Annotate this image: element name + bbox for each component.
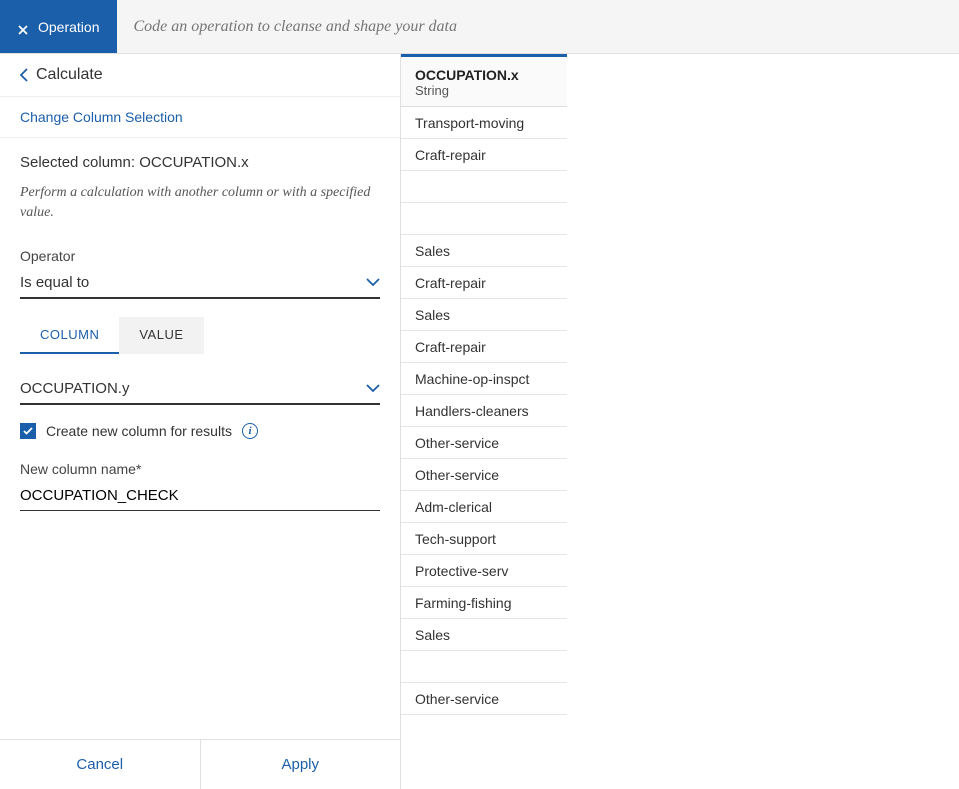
table-cell[interactable]: Craft-repair <box>401 331 567 363</box>
panel-title: Calculate <box>36 66 103 84</box>
table-cell[interactable]: Machine-op-inspct <box>401 363 567 395</box>
close-icon[interactable] <box>18 22 28 32</box>
chevron-left-icon <box>20 68 28 82</box>
apply-button[interactable]: Apply <box>201 740 401 789</box>
chevron-down-icon <box>366 278 380 286</box>
create-new-column-label: Create new column for results <box>46 423 232 439</box>
new-column-name-input[interactable] <box>20 483 380 511</box>
operation-tag-label: Operation <box>38 19 99 35</box>
create-new-column-checkbox[interactable] <box>20 423 36 439</box>
tab-column[interactable]: COLUMN <box>20 317 119 354</box>
comparison-column-select[interactable]: OCCUPATION.y <box>20 376 380 405</box>
table-cell[interactable]: Adm-clerical <box>401 491 567 523</box>
breadcrumb-back[interactable]: Calculate <box>0 54 400 97</box>
new-column-name-label: New column name* <box>20 461 380 477</box>
comparison-tabs: COLUMN VALUE <box>20 317 204 354</box>
help-text: Perform a calculation with another colum… <box>20 183 380 224</box>
table-cell[interactable]: Craft-repair <box>401 267 567 299</box>
table-cell[interactable]: Sales <box>401 619 567 651</box>
operation-tag[interactable]: Operation <box>0 0 117 53</box>
table-cell[interactable]: Farming-fishing <box>401 587 567 619</box>
table-cell[interactable] <box>401 203 567 235</box>
operator-select[interactable]: Is equal to <box>20 270 380 299</box>
table-cell[interactable]: Other-service <box>401 427 567 459</box>
chevron-down-icon <box>366 384 380 392</box>
command-input[interactable] <box>133 18 943 36</box>
tab-value[interactable]: VALUE <box>119 317 203 354</box>
table-cell[interactable] <box>401 171 567 203</box>
info-icon[interactable]: i <box>242 423 258 439</box>
change-column-link[interactable]: Change Column Selection <box>0 97 400 138</box>
table-cell[interactable]: Tech-support <box>401 523 567 555</box>
table-cell[interactable]: Handlers-cleaners <box>401 395 567 427</box>
table-cell[interactable]: Craft-repair <box>401 139 567 171</box>
check-icon <box>23 427 33 435</box>
table-cell[interactable]: Sales <box>401 299 567 331</box>
table-cell[interactable]: Other-service <box>401 683 567 715</box>
table-cell[interactable]: Sales <box>401 235 567 267</box>
table-cell[interactable]: Other-service <box>401 459 567 491</box>
table-cell[interactable] <box>401 651 567 683</box>
preview-column-header[interactable]: OCCUPATION.x String <box>401 54 567 107</box>
table-cell[interactable]: Protective-serv <box>401 555 567 587</box>
operator-label: Operator <box>20 248 380 264</box>
preview-rows: Transport-movingCraft-repairSalesCraft-r… <box>401 107 959 789</box>
table-cell[interactable]: Transport-moving <box>401 107 567 139</box>
selected-column-label: Selected column: OCCUPATION.x <box>20 154 380 171</box>
cancel-button[interactable]: Cancel <box>0 740 201 789</box>
